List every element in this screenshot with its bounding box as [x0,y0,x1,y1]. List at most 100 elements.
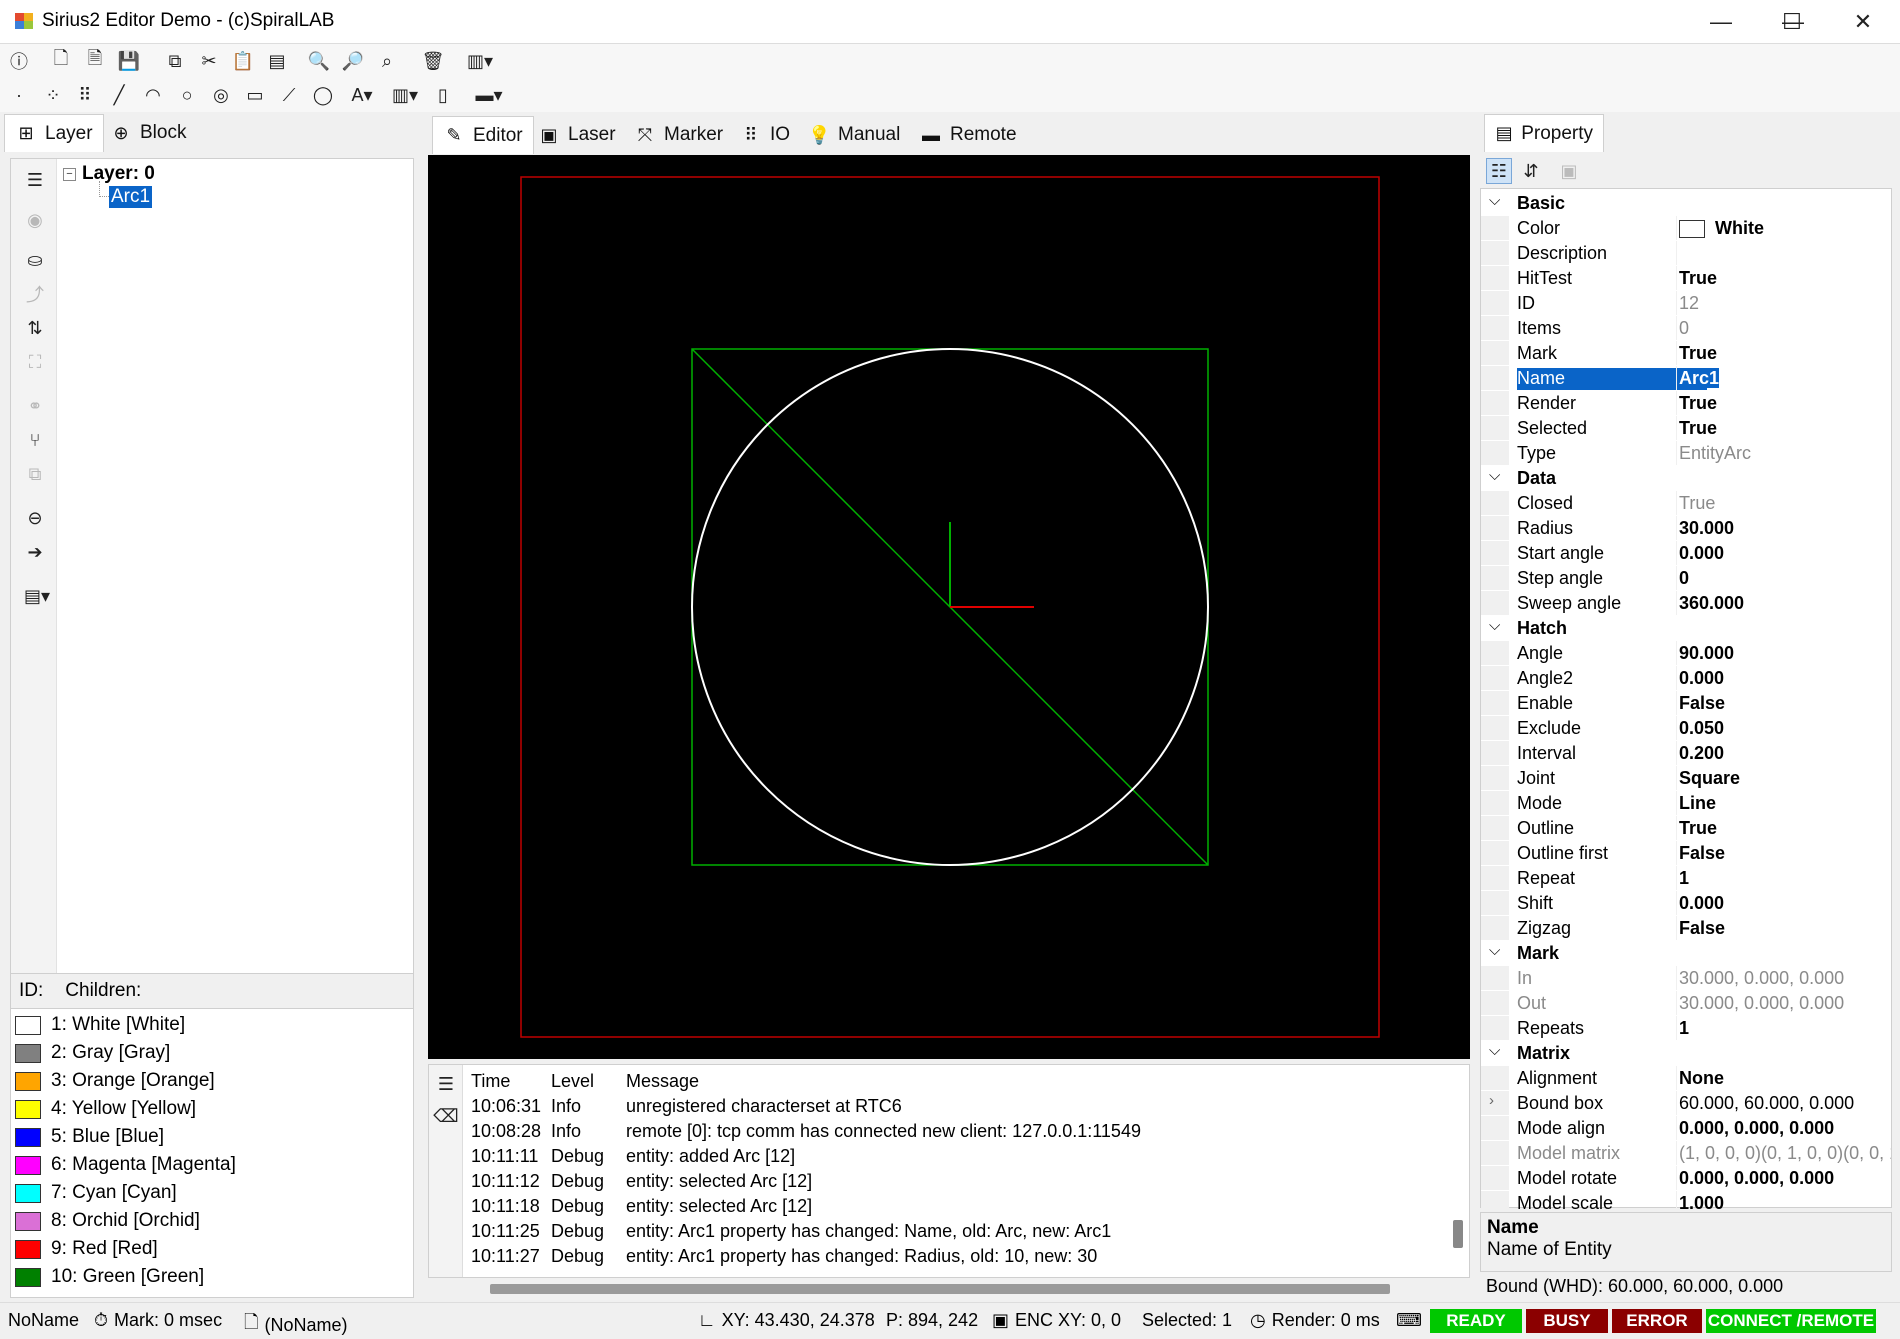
property-value[interactable]: 30.000 [1679,518,1891,540]
property-value[interactable]: Arc1 [1679,368,1891,390]
copy-icon[interactable]: ⧉ [162,48,188,74]
property-value[interactable]: 0.000, 0.000, 0.000 [1679,1168,1891,1190]
line-icon[interactable]: ╱ [106,82,132,108]
property-row[interactable]: Angle2 0.000 [1481,666,1891,690]
eraser-icon[interactable]: ⌫ [433,1103,459,1129]
categorized-icon[interactable]: ☷ [1486,158,1512,184]
property-row[interactable]: Angle 90.000 [1481,641,1891,665]
property-row[interactable]: Mode Line [1481,791,1891,815]
property-category[interactable]: ⌵ Data [1481,466,1891,490]
editor-canvas[interactable] [428,155,1470,1059]
property-row[interactable]: Items 0 [1481,316,1891,340]
log-row[interactable]: 10:11:18 Debug entity: selected Arc [12] [471,1194,812,1219]
property-row[interactable]: Repeats 1 [1481,1016,1891,1040]
property-value[interactable]: 90.000 [1679,643,1891,665]
property-value[interactable]: 1 [1679,868,1891,890]
property-value[interactable]: True [1679,268,1891,290]
fill-bucket-icon[interactable]: ⛀ [22,247,48,273]
barcode-dropdown-icon[interactable]: ▥▾ [386,82,424,108]
circle-icon[interactable]: ○ [174,82,200,108]
property-value[interactable]: 0 [1679,318,1891,340]
split-icon[interactable]: ⑂ [22,427,48,453]
property-row[interactable]: Model rotate 0.000, 0.000, 0.000 [1481,1166,1891,1190]
property-row[interactable]: Mark True [1481,341,1891,365]
property-row[interactable]: Shift 0.000 [1481,891,1891,915]
property-row[interactable]: HitTest True [1481,266,1891,290]
raster-icon[interactable]: ⠿ [72,82,98,108]
log-row[interactable]: 10:06:31 Info unregistered characterset at… [471,1094,902,1119]
property-row[interactable]: Selected True [1481,416,1891,440]
collapse-icon[interactable]: − [63,167,76,181]
property-row[interactable]: Joint Square [1481,766,1891,790]
spiral-icon[interactable]: ◎ [208,82,234,108]
property-value[interactable]: 30.000, 0.000, 0.000 [1679,993,1891,1015]
sort-alphabetical-icon[interactable]: ⇵ [1518,158,1544,184]
property-value[interactable]: 60.000, 60.000, 0.000 [1679,1093,1891,1115]
info-icon[interactable]: ⓘ [6,48,32,74]
property-value[interactable]: 0.000 [1679,543,1891,565]
tab-block[interactable]: ⊕ Block [100,114,196,152]
chevron-down-icon[interactable]: ⌵ [1489,467,1500,484]
property-category[interactable]: ⌵ Hatch [1481,616,1891,640]
import-icon[interactable]: ⊖ [22,505,48,531]
tree-item-arc1[interactable]: Arc1 [109,186,153,208]
log-row[interactable]: 10:11:11 Debug entity: added Arc [12] [471,1144,795,1169]
property-row[interactable]: In 30.000, 0.000, 0.000 [1481,966,1891,990]
property-value[interactable]: True [1679,393,1891,415]
tab-editor[interactable]: ✎ Editor [432,116,534,154]
property-row[interactable]: Start angle 0.000 [1481,541,1891,565]
pen-item[interactable]: 1: White [White] [15,1013,185,1037]
property-value[interactable]: 0.000 [1679,893,1891,915]
property-row[interactable]: Outline True [1481,816,1891,840]
trepan-icon[interactable]: ◯ [310,82,336,108]
property-row[interactable]: Zigzag False [1481,916,1891,940]
property-row[interactable]: Render True [1481,391,1891,415]
open-document-icon[interactable]: 🗎 [82,48,108,74]
new-document-icon[interactable]: 🗋 [48,48,74,74]
property-value[interactable]: 0.200 [1679,743,1891,765]
property-row[interactable]: Radius 30.000 [1481,516,1891,540]
image-icon[interactable]: ▯ [430,82,456,108]
property-row[interactable]: Interval 0.200 [1481,741,1891,765]
tab-marker[interactable]: ⤧ Marker [624,116,733,154]
property-row[interactable]: Step angle 0 [1481,566,1891,590]
log-row[interactable]: 10:11:27 Debug entity: Arc1 property has c… [471,1244,1097,1269]
property-row[interactable]: Model matrix (1, 0, 0, 0)(0, 1, 0, 0)(0, … [1481,1141,1891,1165]
chevron-down-icon[interactable]: ⌵ [1489,617,1500,634]
polyline-icon[interactable]: ⟋ [276,82,302,108]
property-value[interactable]: 30.000, 0.000, 0.000 [1679,968,1891,990]
paste-array-icon[interactable]: ▤ [264,48,290,74]
property-row[interactable]: Mode align 0.000, 0.000, 0.000 [1481,1116,1891,1140]
pen-item[interactable]: 8: Orchid [Orchid] [15,1209,200,1233]
log-row[interactable]: 10:11:12 Debug entity: selected Arc [12] [471,1169,812,1194]
chevron-down-icon[interactable]: ⌵ [1489,1042,1500,1059]
property-value[interactable]: True [1679,493,1891,515]
property-row[interactable]: Outline first False [1481,841,1891,865]
arc-icon[interactable]: ◠ [140,82,166,108]
property-value[interactable]: 1 [1679,1018,1891,1040]
zoom-out-icon[interactable]: 🔍 [306,48,332,74]
property-row[interactable]: Closed True [1481,491,1891,515]
property-row[interactable]: Alignment None [1481,1066,1891,1090]
pen-item[interactable]: 2: Gray [Gray] [15,1041,170,1065]
property-value[interactable]: 0.050 [1679,718,1891,740]
ctrl-dropdown-icon[interactable]: ▬▾ [470,82,508,108]
property-value[interactable]: 360.000 [1679,593,1891,615]
tab-property[interactable]: ▤ Property [1484,114,1604,152]
log-list-icon[interactable]: ☰ [433,1071,459,1097]
group-icon[interactable]: ⚭ [22,393,48,419]
property-value[interactable]: Square [1679,768,1891,790]
property-category[interactable]: ⌵ Mark [1481,941,1891,965]
property-value[interactable]: EntityArc [1679,443,1891,465]
points-icon[interactable]: ⁘ [40,82,66,108]
property-value[interactable]: False [1679,918,1891,940]
rectangle-icon[interactable]: ▭ [242,82,268,108]
chevron-down-icon[interactable]: ⌵ [1489,192,1500,209]
tab-remote[interactable]: ▬ Remote [910,116,1027,154]
pen-item[interactable]: 4: Yellow [Yellow] [15,1097,196,1121]
property-row[interactable]: Type EntityArc [1481,441,1891,465]
property-value[interactable] [1679,243,1891,265]
path-icon[interactable]: ⤴ [22,281,48,307]
zoom-fit-icon[interactable]: ⌕ [374,48,400,74]
property-row[interactable]: Sweep angle 360.000 [1481,591,1891,615]
